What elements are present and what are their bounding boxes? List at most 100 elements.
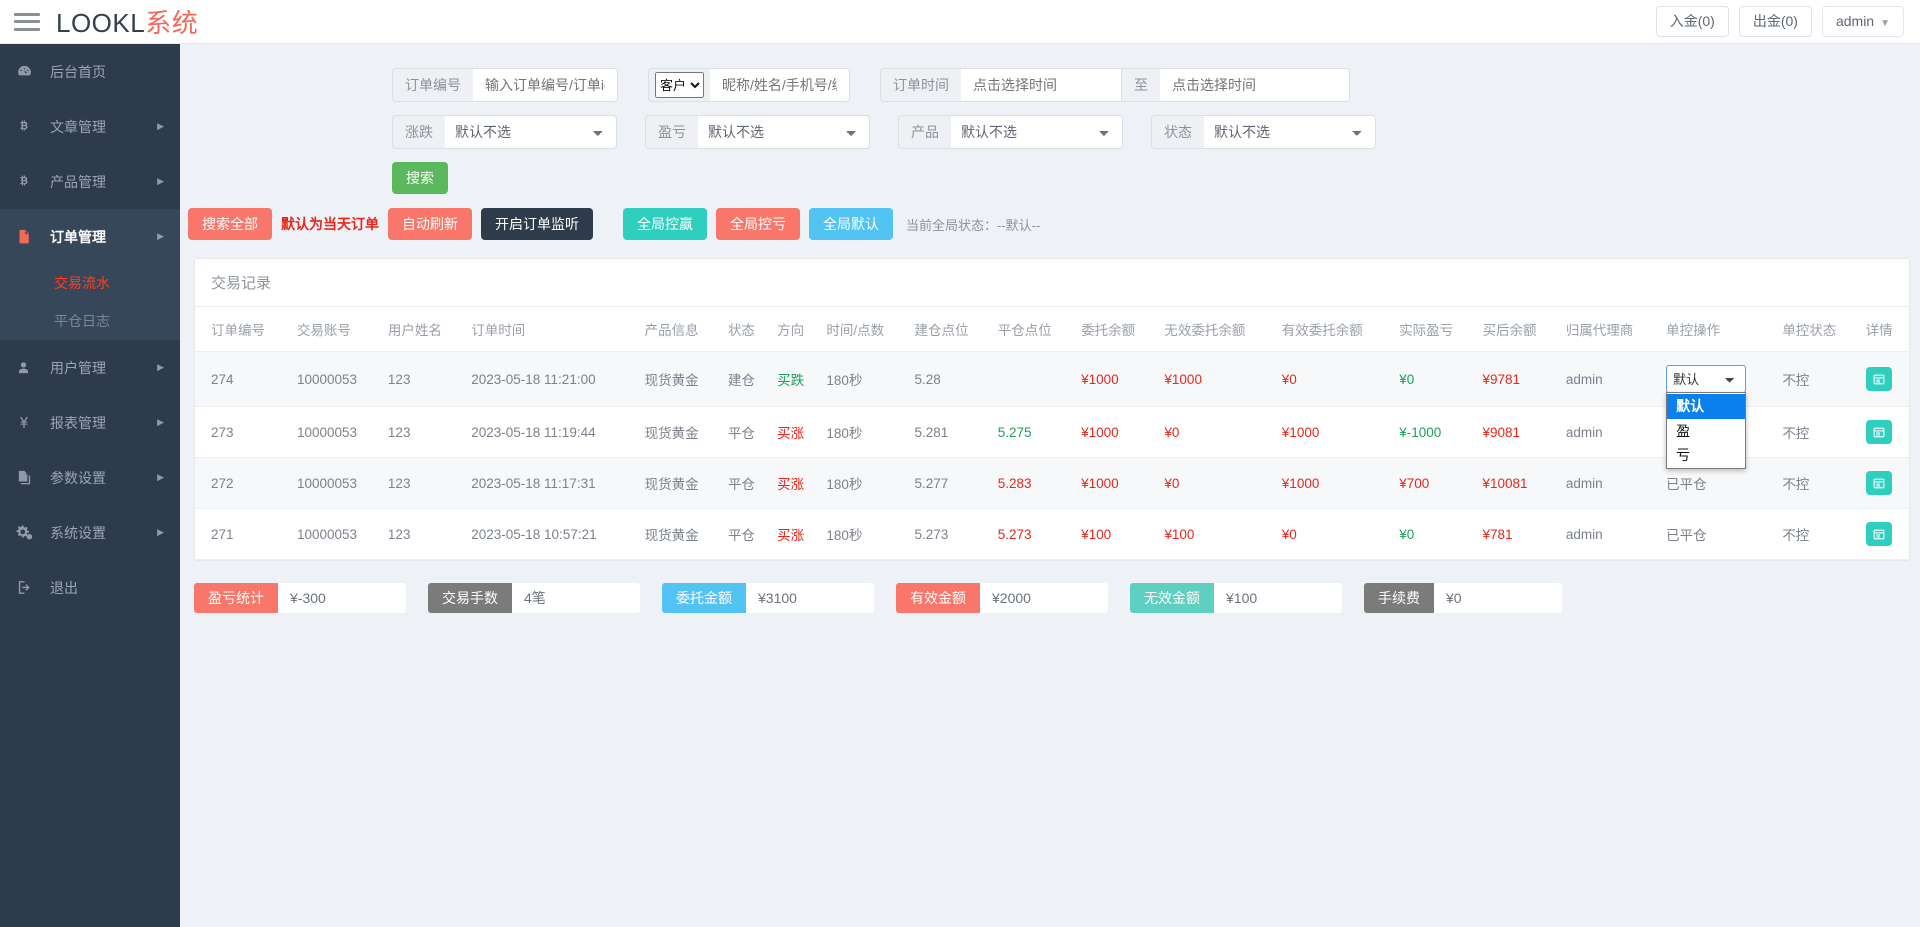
order-time-label: 订单时间	[880, 68, 961, 102]
detail-button[interactable]	[1866, 471, 1892, 495]
summary-item: 无效金额¥100	[1130, 583, 1342, 613]
summary-item: 盈亏统计¥-300	[194, 583, 406, 613]
summary-row: 盈亏统计¥-300交易手数4笔委托金额¥3100有效金额¥2000无效金额¥10…	[180, 561, 1920, 613]
sidebar-subitem-label: 平仓日志	[54, 311, 110, 331]
sidebar-subitem-transaction-flow[interactable]: 交易流水	[0, 264, 180, 302]
user-icon	[16, 359, 40, 376]
col-agent: 归属代理商	[1560, 307, 1660, 352]
cell-user: 123	[382, 458, 465, 509]
chevron-right-icon: ▶	[157, 527, 164, 538]
col-invalid-entrust: 无效委托余额	[1158, 307, 1275, 352]
main-content: 订单编号 客户 订单时间 至 涨跌 默认不选 盈亏	[180, 44, 1920, 927]
col-user: 用户姓名	[382, 307, 465, 352]
detail-button[interactable]	[1866, 367, 1892, 391]
ctrl-op-select[interactable]: 默认盈亏	[1666, 365, 1746, 393]
cell-order-no: 273	[195, 407, 291, 458]
sidebar-item-params[interactable]: 参数设置 ▶	[0, 450, 180, 505]
global-default-button[interactable]: 全局默认	[809, 208, 893, 240]
col-valid-entrust: 有效委托余额	[1276, 307, 1393, 352]
deposit-button[interactable]: 入金(0)	[1656, 6, 1729, 37]
ctrl-op-dropdown-options[interactable]: 默认盈亏	[1666, 392, 1746, 469]
cell-product: 现货黄金	[639, 352, 722, 407]
ctrl-op-option[interactable]: 默认	[1667, 394, 1745, 418]
logout-icon	[16, 579, 40, 596]
cell-close-price: 5.283	[992, 458, 1075, 509]
updown-group: 涨跌 默认不选	[392, 115, 617, 149]
cell-duration: 180秒	[820, 352, 908, 407]
table-row: 272100000531232023-05-18 11:17:31现货黄金平仓买…	[195, 458, 1909, 509]
cell-close-price: 5.275	[992, 407, 1075, 458]
order-time-start-input[interactable]	[961, 68, 1121, 102]
cell-agent: admin	[1560, 407, 1660, 458]
filter-form: 订单编号 客户 订单时间 至 涨跌 默认不选 盈亏	[180, 44, 1920, 194]
status-select[interactable]: 默认不选	[1204, 115, 1376, 149]
ctrl-op-option[interactable]: 盈	[1667, 419, 1745, 443]
customer-type-select[interactable]: 客户	[655, 72, 704, 98]
sidebar-item-order[interactable]: 订单管理 ▶	[0, 209, 180, 264]
cell-direction: 买涨	[771, 407, 820, 458]
filter-row-2: 涨跌 默认不选 盈亏 默认不选 产品 默认不选 状态 默认不选	[180, 115, 1920, 149]
product-select[interactable]: 默认不选	[951, 115, 1123, 149]
cell-open-price: 5.28	[908, 352, 991, 407]
cell-ctrl-status: 不控	[1776, 458, 1859, 509]
order-time-end-input[interactable]	[1160, 68, 1350, 102]
summary-item-label: 无效金额	[1130, 583, 1214, 613]
detail-button[interactable]	[1866, 522, 1892, 546]
sidebar-item-dashboard[interactable]: 后台首页	[0, 44, 180, 99]
sidebar-item-label: 后台首页	[50, 62, 106, 82]
order-no-input[interactable]	[473, 68, 618, 102]
global-loss-button[interactable]: 全局控亏	[716, 208, 800, 240]
detail-button[interactable]	[1866, 420, 1892, 444]
cell-status: 平仓	[722, 509, 771, 560]
cell-ctrl-status: 不控	[1776, 407, 1859, 458]
summary-item-value: ¥0	[1434, 583, 1562, 613]
cell-detail	[1860, 509, 1909, 560]
user-menu-button[interactable]: admin▼	[1822, 6, 1904, 37]
copy-icon	[16, 469, 40, 487]
cell-agent: admin	[1560, 352, 1660, 407]
bitcoin-icon	[16, 118, 40, 135]
cell-order-time: 2023-05-18 11:19:44	[465, 407, 638, 458]
product-group: 产品 默认不选	[898, 115, 1123, 149]
table-head: 订单编号 交易账号 用户姓名 订单时间 产品信息 状态 方向 时间/点数 建仓点…	[195, 307, 1909, 352]
summary-item: 委托金额¥3100	[662, 583, 874, 613]
hamburger-menu-icon[interactable]	[14, 13, 40, 31]
sidebar-item-report[interactable]: 报表管理 ▶	[0, 395, 180, 450]
updown-label: 涨跌	[392, 115, 445, 149]
cell-status: 建仓	[722, 352, 771, 407]
cell-agent: admin	[1560, 509, 1660, 560]
global-win-button[interactable]: 全局控赢	[623, 208, 707, 240]
updown-select[interactable]: 默认不选	[445, 115, 617, 149]
summary-item: 手续费¥0	[1364, 583, 1562, 613]
sidebar-item-article[interactable]: 文章管理 ▶	[0, 99, 180, 154]
sidebar-item-system[interactable]: 系统设置 ▶	[0, 505, 180, 560]
cell-invalid-entrust: ¥0	[1158, 458, 1275, 509]
summary-item-value: ¥3100	[746, 583, 874, 613]
auto-refresh-button[interactable]: 自动刷新	[388, 208, 472, 240]
chevron-right-icon: ▶	[157, 121, 164, 132]
withdraw-button[interactable]: 出金(0)	[1739, 6, 1812, 37]
customer-keyword-input[interactable]	[710, 68, 850, 102]
search-all-button[interactable]: 搜索全部	[188, 208, 272, 240]
summary-item-label: 委托金额	[662, 583, 746, 613]
summary-item-value: ¥2000	[980, 583, 1108, 613]
search-button[interactable]: 搜索	[392, 162, 448, 194]
sidebar-item-logout[interactable]: 退出	[0, 560, 180, 615]
sidebar-subitem-close-log[interactable]: 平仓日志	[0, 302, 180, 340]
pl-select[interactable]: 默认不选	[698, 115, 870, 149]
sidebar-item-user[interactable]: 用户管理 ▶	[0, 340, 180, 395]
ctrl-op-option[interactable]: 亏	[1667, 443, 1745, 467]
cell-product: 现货黄金	[639, 458, 722, 509]
cell-detail	[1860, 352, 1909, 407]
cell-agent: admin	[1560, 458, 1660, 509]
cell-detail	[1860, 407, 1909, 458]
status-group: 状态 默认不选	[1151, 115, 1376, 149]
start-listen-button[interactable]: 开启订单监听	[481, 208, 593, 240]
sidebar-item-product[interactable]: 产品管理 ▶	[0, 154, 180, 209]
cell-order-time: 2023-05-18 11:21:00	[465, 352, 638, 407]
summary-item-label: 有效金额	[896, 583, 980, 613]
chevron-right-icon: ▶	[157, 231, 164, 242]
cell-valid-entrust: ¥0	[1276, 352, 1393, 407]
order-time-group: 订单时间 至	[880, 68, 1350, 102]
summary-item-value: ¥100	[1214, 583, 1342, 613]
